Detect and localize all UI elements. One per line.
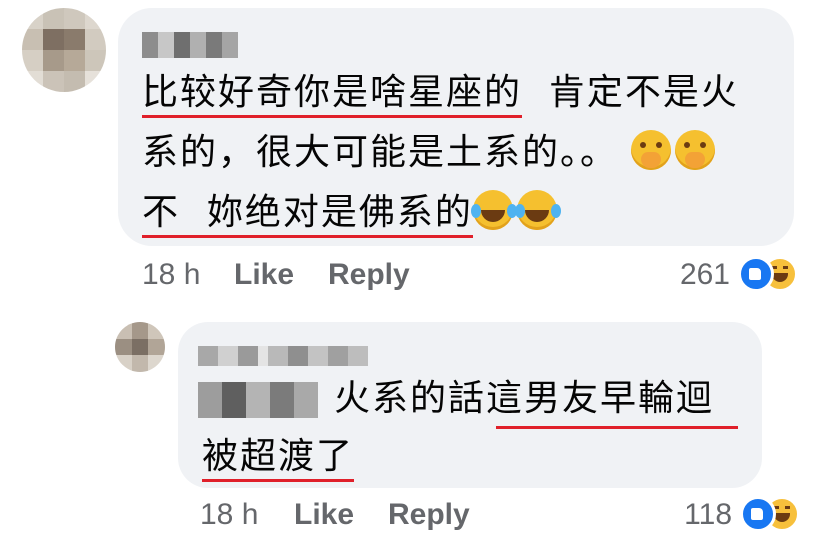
reply-avatar-blurred[interactable]	[115, 322, 165, 372]
reaction-count[interactable]: 118	[652, 498, 732, 532]
reply-bubble: 火系的話這男友早輪迴 被超渡了	[178, 322, 762, 488]
like-button[interactable]: Like	[294, 498, 354, 532]
underlined-phrase: 不 妳绝对是佛系的	[142, 192, 473, 238]
tears-of-joy-emoji-icon	[514, 190, 557, 230]
underline-mark	[496, 426, 738, 429]
reply-button[interactable]: Reply	[328, 258, 410, 292]
comment-bubble: 比较好奇你是啥星座的 肯定不是火 系的，很大可能是土系的。。 不 妳绝对是佛系的	[118, 8, 794, 246]
tears-of-joy-emoji-icon	[470, 190, 513, 230]
comment-text-line-1: 比较好奇你是啥星座的 肯定不是火	[142, 62, 739, 124]
reactions-summary[interactable]	[740, 496, 800, 532]
hushed-face-emoji-icon	[675, 130, 716, 170]
reactions-summary[interactable]	[738, 256, 798, 292]
reply-text-line-2: 被超渡了	[202, 426, 355, 488]
commenter-avatar-blurred[interactable]	[22, 8, 106, 92]
like-reaction-icon	[738, 256, 774, 292]
reply-author-name-blurred[interactable]	[198, 346, 368, 366]
commenter-name-blurred[interactable]	[142, 32, 238, 58]
underlined-phrase: 比较好奇你是啥星座的	[142, 72, 523, 118]
comment-timestamp[interactable]: 18 h	[142, 258, 200, 292]
like-reaction-icon	[740, 496, 776, 532]
reply-text-line-1: 火系的話這男友早輪迴	[334, 378, 715, 419]
comment-text-line-2: 系的，很大可能是土系的。。	[142, 122, 719, 184]
reaction-count[interactable]: 261	[650, 258, 730, 292]
hushed-face-emoji-icon	[631, 130, 672, 170]
like-button[interactable]: Like	[234, 258, 294, 292]
reply-timestamp[interactable]: 18 h	[200, 498, 258, 532]
mentioned-name-blurred[interactable]	[198, 382, 318, 418]
reply-button[interactable]: Reply	[388, 498, 470, 532]
comment-text-line-3: 不 妳绝对是佛系的	[142, 182, 561, 244]
underlined-phrase: 被超渡了	[202, 436, 355, 482]
